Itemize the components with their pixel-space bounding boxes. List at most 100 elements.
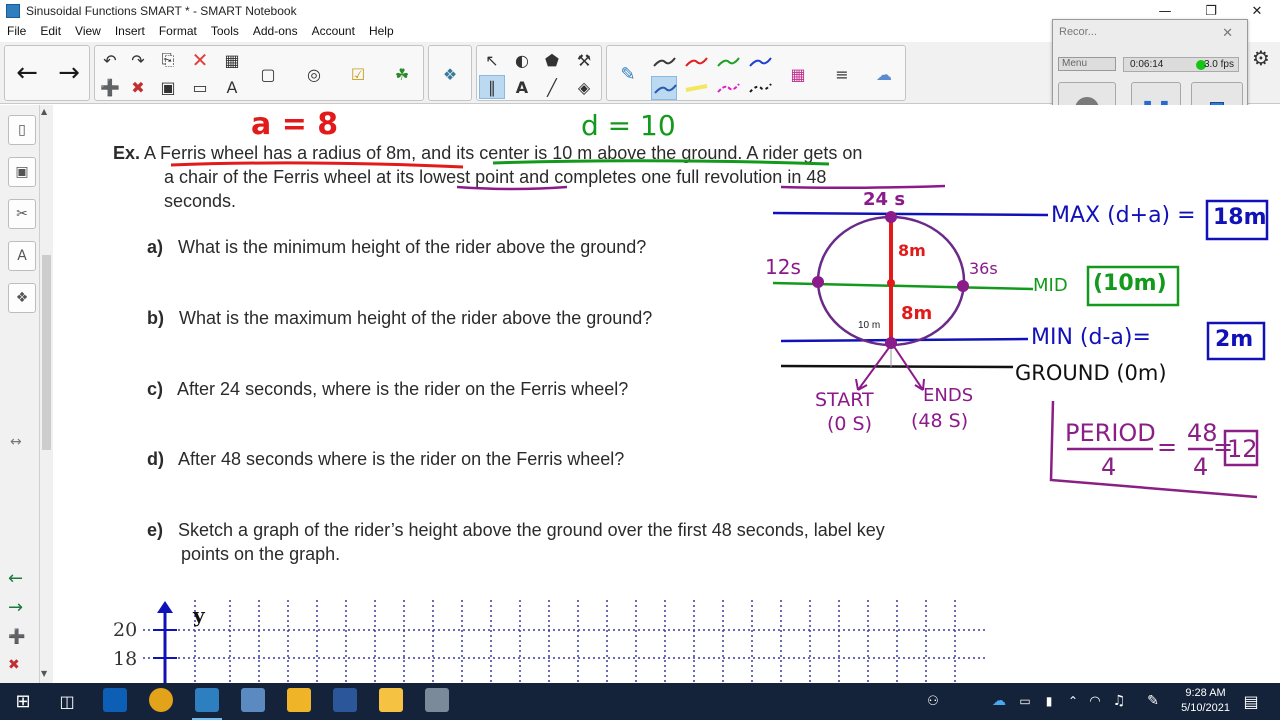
recorder-elapsed: 0:06:14 bbox=[1130, 59, 1164, 70]
outlook-icon[interactable] bbox=[103, 688, 127, 712]
side-add-page-icon[interactable]: ➕ bbox=[8, 629, 25, 645]
pen-style-yellow[interactable] bbox=[683, 76, 709, 100]
word-icon[interactable] bbox=[333, 688, 357, 712]
underline-radius bbox=[170, 161, 464, 169]
smart-notebook-taskbar-icon[interactable] bbox=[195, 688, 219, 712]
screen-shade-icon[interactable]: ▭ bbox=[187, 75, 213, 99]
label-24s: 24 s bbox=[863, 189, 906, 210]
settings-gear-icon[interactable]: ⚙ bbox=[1248, 46, 1274, 70]
next-page-icon[interactable]: → bbox=[49, 48, 89, 98]
gallery-icon[interactable]: ▣ bbox=[8, 157, 36, 187]
pen-style-red[interactable] bbox=[683, 50, 709, 74]
pen-style-dark[interactable] bbox=[651, 50, 677, 74]
pen-workspace-icon[interactable]: ✎ bbox=[1140, 689, 1166, 713]
window-title: Sinusoidal Functions SMART * - SMART Not… bbox=[26, 4, 297, 18]
paint-bucket-icon[interactable]: ⚒ bbox=[571, 48, 597, 72]
start-label: START bbox=[815, 389, 874, 411]
addons-panel-icon[interactable]: ❖ bbox=[8, 283, 36, 313]
color-palette-icon[interactable]: ▦ bbox=[785, 62, 811, 86]
min-label: MIN (d-a)= bbox=[1031, 325, 1151, 350]
notebook-page[interactable]: Ex. A Ferris wheel has a radius of 8m, a… bbox=[53, 105, 1280, 683]
file-manager-icon[interactable] bbox=[287, 688, 311, 712]
menu-tools[interactable]: Tools bbox=[204, 24, 246, 38]
undo-icon[interactable]: ↶ bbox=[97, 48, 123, 72]
page-sorter-icon[interactable]: ▯ bbox=[8, 115, 36, 145]
display-icon[interactable]: ▢ bbox=[255, 62, 281, 86]
menu-edit[interactable]: Edit bbox=[33, 24, 68, 38]
label-radius-bottom: 8m bbox=[901, 303, 933, 324]
pen-active-icon[interactable]: ∥ bbox=[479, 75, 505, 99]
underline-center bbox=[492, 159, 830, 166]
vertical-scrollbar[interactable]: ▲ ▼ bbox=[40, 105, 53, 683]
shapes-icon[interactable]: ◐ bbox=[509, 48, 535, 72]
line-thickness-icon[interactable]: ≡ bbox=[829, 62, 855, 86]
people-icon[interactable]: ⚇ bbox=[920, 689, 946, 713]
addon-icon[interactable]: ☘ bbox=[389, 62, 415, 86]
label-center-height: 10 m bbox=[858, 320, 881, 331]
puzzle-icon[interactable]: ❖ bbox=[437, 62, 463, 86]
battery-icon[interactable]: ▭ bbox=[1012, 689, 1038, 713]
wifi-icon[interactable]: ◠ bbox=[1082, 689, 1108, 713]
panel-resize-icon[interactable]: ↔ bbox=[10, 434, 22, 450]
tick-label-18: 18 bbox=[113, 648, 138, 670]
mid-line bbox=[772, 281, 1034, 291]
pen-style-dashed[interactable] bbox=[747, 76, 773, 100]
pen-style-green[interactable] bbox=[715, 50, 741, 74]
pen-style-blue[interactable] bbox=[747, 50, 773, 74]
text-format-icon[interactable]: A bbox=[219, 75, 245, 99]
scroll-up-icon[interactable]: ▲ bbox=[41, 107, 47, 116]
menu-file[interactable]: File bbox=[0, 24, 33, 38]
windows-start-icon[interactable]: ⊞ bbox=[10, 689, 36, 713]
menu-view[interactable]: View bbox=[68, 24, 108, 38]
chrome-icon[interactable] bbox=[149, 688, 173, 712]
center-point bbox=[887, 279, 895, 287]
effects-icon[interactable]: ☁ bbox=[871, 62, 897, 86]
pen-style-active[interactable] bbox=[651, 76, 677, 100]
pen-style-magenta[interactable] bbox=[715, 76, 741, 100]
max-value: 18m bbox=[1213, 205, 1267, 230]
table-icon[interactable]: ▦ bbox=[219, 48, 245, 72]
response-icon[interactable]: ☑ bbox=[345, 62, 371, 86]
onedrive-icon[interactable]: ☁ bbox=[986, 689, 1012, 713]
recorder-taskbar-icon[interactable] bbox=[425, 688, 449, 712]
recorder-close-icon[interactable]: ✕ bbox=[1222, 25, 1233, 41]
y-axis-arrowhead bbox=[157, 601, 173, 613]
redo-icon[interactable]: ↷ bbox=[125, 48, 151, 72]
text-icon[interactable]: A bbox=[509, 75, 535, 99]
side-next-page-icon[interactable]: → bbox=[8, 597, 23, 618]
scrollbar-thumb[interactable] bbox=[42, 255, 51, 450]
menu-addons[interactable]: Add-ons bbox=[246, 24, 305, 38]
camera-icon[interactable]: ◎ bbox=[301, 62, 327, 86]
usb-icon[interactable]: ▮ bbox=[1036, 689, 1062, 713]
document-camera-icon[interactable] bbox=[241, 688, 265, 712]
menu-help[interactable]: Help bbox=[362, 24, 401, 38]
delete-icon[interactable]: ✕ bbox=[187, 48, 213, 72]
side-previous-page-icon[interactable]: ← bbox=[8, 568, 23, 589]
eraser-icon[interactable]: ◈ bbox=[571, 75, 597, 99]
recorder-menu-dropdown[interactable]: Menu bbox=[1058, 57, 1116, 71]
pen-icon[interactable]: ✎ bbox=[615, 62, 641, 86]
menu-insert[interactable]: Insert bbox=[108, 24, 152, 38]
add-page-icon[interactable]: ➕ bbox=[97, 75, 123, 99]
select-icon[interactable]: ↖ bbox=[479, 48, 505, 72]
menu-account[interactable]: Account bbox=[305, 24, 362, 38]
attachments-icon[interactable]: ✂ bbox=[8, 199, 36, 229]
task-view-icon[interactable]: ◫ bbox=[54, 689, 80, 713]
delete-page-icon[interactable]: ✖ bbox=[125, 75, 151, 99]
previous-page-icon[interactable]: ← bbox=[7, 48, 47, 98]
paste-icon[interactable]: ⎘ bbox=[155, 48, 181, 72]
scroll-down-icon[interactable]: ▼ bbox=[41, 669, 47, 678]
properties-icon[interactable]: A bbox=[8, 241, 36, 271]
save-icon[interactable]: ▣ bbox=[155, 75, 181, 99]
fill-icon[interactable]: ⬟ bbox=[539, 48, 565, 72]
menu-format[interactable]: Format bbox=[152, 24, 204, 38]
system-clock[interactable]: 9:28 AM 5/10/2021 bbox=[1181, 686, 1230, 716]
side-delete-page-icon[interactable]: ✖ bbox=[8, 657, 20, 673]
volume-icon[interactable]: ♫ bbox=[1106, 689, 1132, 713]
line-icon[interactable]: ╱ bbox=[539, 75, 565, 99]
annotation-layer bbox=[143, 159, 1269, 683]
notifications-icon[interactable]: ▤ bbox=[1238, 689, 1264, 713]
file-explorer-icon[interactable] bbox=[379, 688, 403, 712]
tick-label-20: 20 bbox=[113, 619, 138, 641]
mid-label: MID bbox=[1033, 275, 1068, 296]
